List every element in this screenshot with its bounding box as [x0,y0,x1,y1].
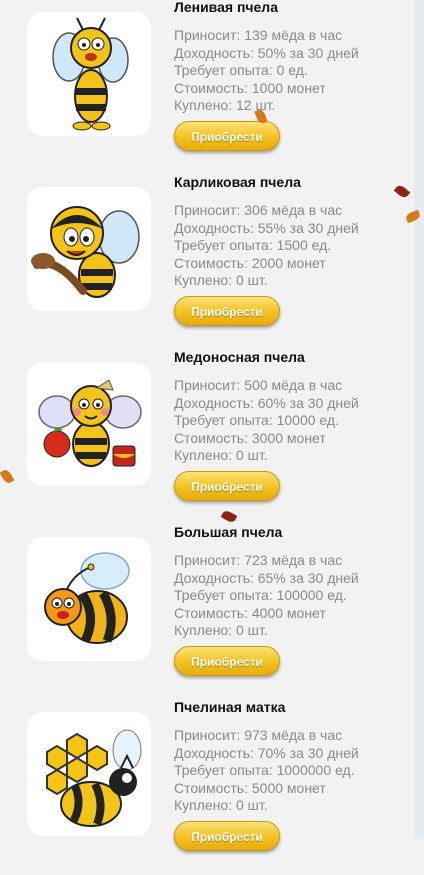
stat-profit: Доходность: 50% за 30 дней [174,44,359,61]
bee-name: Медоносная пчела [174,349,305,365]
stat-income: Приносит: 306 мёда в час [174,202,343,218]
stat-profit: Доходность: 65% за 30 дней [174,569,359,586]
buy-button[interactable]: Приобрести [174,121,280,151]
stat-experience: Требует опыта: 1500 ед. [174,237,332,253]
stat-bought: Куплено: 0 шт. [174,622,268,638]
buy-button[interactable]: Приобрести [174,296,280,326]
dwarf-bee-icon [27,187,151,311]
stat-bought: Куплено: 0 шт. [174,447,268,463]
stat-bought: Куплено: 12 шт. [174,97,276,113]
stat-cost: Стоимость: 4000 монет [174,604,326,621]
big-bee-icon [27,537,151,661]
stat-profit: Доходность: 60% за 30 дней [174,394,359,411]
bee-card-dwarf: Карликовая пчела Приносит: 306 мёда в ча… [0,174,414,350]
bee-card-honey: Медоносная пчела Приносит: 500 мёда в ча… [0,349,414,525]
bee-card-queen: Пчелиная матка Приносит: 973 мёда в час … [0,699,414,875]
scrollbar-track[interactable] [414,0,424,838]
stat-experience: Требует опыта: 10000 ед. [174,412,339,428]
buy-button[interactable]: Приобрести [174,471,280,501]
bee-name: Карликовая пчела [174,174,301,190]
stat-cost: Стоимость: 5000 монет [174,779,326,796]
buy-button[interactable]: Приобрести [174,646,280,676]
stat-profit: Доходность: 55% за 30 дней [174,219,359,236]
stat-cost: Стоимость: 3000 монет [174,429,326,446]
stat-income: Приносит: 973 мёда в час [174,727,343,743]
bee-stats: Приносит: 973 мёда в час Доходность: 70%… [174,727,359,815]
stat-experience: Требует опыта: 0 ед. [174,62,308,78]
lazy-bee-icon [27,12,151,136]
bee-card-big: Большая пчела Приносит: 723 мёда в час Д… [0,524,414,700]
stat-income: Приносит: 139 мёда в час [174,27,343,43]
stat-profit: Доходность: 70% за 30 дней [174,744,359,761]
queen-bee-icon [27,712,151,836]
stat-cost: Стоимость: 2000 монет [174,254,326,271]
stat-bought: Куплено: 0 шт. [174,272,268,288]
bee-stats: Приносит: 139 мёда в час Доходность: 50%… [174,27,359,115]
bee-name: Пчелиная матка [174,699,286,715]
bee-stats: Приносит: 306 мёда в час Доходность: 55%… [174,202,359,290]
bee-name: Большая пчела [174,524,283,540]
stat-experience: Требует опыта: 100000 ед. [174,587,347,603]
stat-income: Приносит: 723 мёда в час [174,552,343,568]
stat-bought: Куплено: 0 шт. [174,797,268,813]
honey-bee-icon [27,362,151,486]
bee-stats: Приносит: 723 мёда в час Доходность: 65%… [174,552,359,640]
buy-button[interactable]: Приобрести [174,821,280,851]
bee-name: Ленивая пчела [174,0,278,15]
stat-experience: Требует опыта: 1000000 ед. [174,762,355,778]
bee-card-lazy: Ленивая пчела Приносит: 139 мёда в час Д… [0,0,414,175]
bee-stats: Приносит: 500 мёда в час Доходность: 60%… [174,377,359,465]
stat-cost: Стоимость: 1000 монет [174,79,326,96]
stat-income: Приносит: 500 мёда в час [174,377,343,393]
